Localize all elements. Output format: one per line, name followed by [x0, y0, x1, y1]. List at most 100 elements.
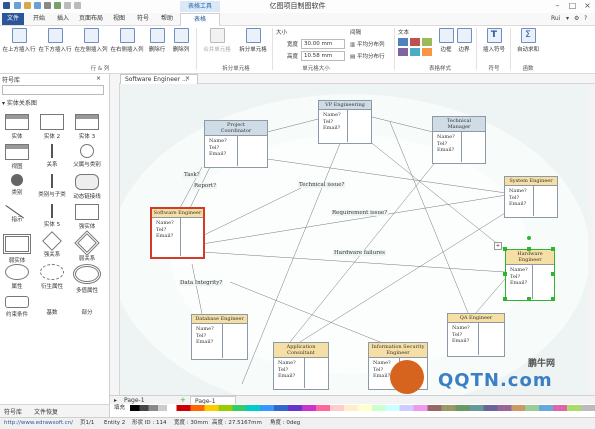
symbol-label: 实体 3 [78, 134, 96, 140]
status-url[interactable]: http://www.edrawsoft.cn/ [4, 418, 73, 429]
palette-swatches[interactable] [130, 405, 595, 411]
symbol-category-subclass[interactable]: 类别与子类 [35, 174, 69, 198]
relation-label[interactable]: Task? [183, 172, 201, 178]
avg-distribute-col-button[interactable]: ▥ 平均分布列 [350, 40, 384, 48]
style-swatch[interactable] [410, 38, 420, 46]
border-button[interactable]: 边框 [438, 28, 454, 53]
entity-software-engineer[interactable]: Software Engineer Name? Tel? Email? [151, 208, 204, 258]
relation-label[interactable]: Requirement issue? [331, 210, 389, 216]
style-swatch[interactable] [410, 48, 420, 56]
height-field[interactable]: 10.58 mm [301, 51, 345, 61]
symbol-dynamic-connector[interactable]: 动态链接线 [70, 174, 104, 200]
insert-col-right-button[interactable]: 在右侧插入列 [110, 28, 144, 53]
symbol-view[interactable]: 视图 [0, 144, 34, 170]
entity-technical-manager[interactable]: Technical Manager Name? Tel? Email? [432, 116, 486, 164]
entity-attrs: Name? Tel? Email? [209, 138, 227, 158]
entity-system-engineer[interactable]: System Engineer Name? Tel? Email? [504, 176, 558, 218]
symbol-constraint[interactable]: 约束条件 [0, 296, 34, 318]
relation-label[interactable]: Report? [193, 183, 218, 189]
auto-sum-button[interactable]: Σ 自动求和 [514, 28, 542, 53]
rotate-handle[interactable] [527, 236, 531, 240]
relation-label[interactable]: Technical issue? [298, 182, 346, 188]
maximize-icon[interactable]: □ [565, 0, 580, 12]
edge-button[interactable]: 边界 [456, 28, 472, 53]
relation-label[interactable]: Hardware failures [333, 250, 386, 256]
user-dropdown-icon[interactable]: ▾ [566, 13, 569, 25]
symbol-derived-attribute[interactable]: 衍生属性 [35, 264, 69, 290]
tab-home[interactable]: 开始 [28, 13, 50, 25]
symbol-entity-3[interactable]: 实体 3 [70, 114, 104, 140]
entity-database-engineer[interactable]: Database Engineer Name? Tel? Email? [191, 314, 248, 360]
symbol-entity-2[interactable]: 实体 2 [35, 114, 69, 140]
symbol-indicator[interactable]: 指示 [0, 198, 34, 223]
symbol-search-input[interactable] [2, 85, 104, 95]
insert-symbol-button[interactable]: T 插入符号 [480, 28, 508, 53]
resize-handle[interactable] [503, 247, 507, 251]
resize-handle[interactable] [503, 297, 507, 301]
symbol-parent-category[interactable]: 父属与类别 [70, 144, 104, 168]
group-divider [510, 28, 511, 70]
tab-symbol[interactable]: 符号 [132, 13, 154, 25]
vertical-scrollbar[interactable] [588, 84, 595, 395]
entity-qa-engineer[interactable]: QA Engineer Name? Tel? Email? [447, 313, 505, 357]
symbol-weak-relation[interactable]: 弱关系 [70, 230, 104, 262]
symbol-strong-entity[interactable]: 强实体 [70, 204, 104, 230]
insert-col-left-button[interactable]: 在左侧插入列 [74, 28, 108, 53]
width-field[interactable]: 30.00 mm [301, 39, 345, 49]
symbol-relation[interactable]: 关系 [35, 144, 69, 168]
settings-icon[interactable]: ⚙ [574, 13, 579, 25]
section-title[interactable]: ▾ 实体关系图 [2, 98, 37, 107]
tab-file-recovery[interactable]: 文件恢复 [34, 407, 58, 416]
split-cells-button[interactable]: 拆分单元格 [236, 28, 270, 53]
help-icon[interactable]: ? [584, 13, 587, 25]
style-swatch[interactable] [422, 38, 432, 46]
style-swatch[interactable] [422, 48, 432, 56]
resize-handle[interactable] [527, 247, 531, 251]
entity-hardware-engineer[interactable]: Hardware Engineer Name? Tel? Email? [505, 249, 555, 301]
merge-cells-button[interactable]: 合并单元格 [200, 28, 234, 53]
symbol-multivalued-attribute[interactable]: 多值属性 [70, 264, 104, 294]
table-style-gallery[interactable] [398, 38, 434, 58]
add-shape-icon[interactable]: + [494, 242, 502, 250]
panel-close-icon[interactable]: × [96, 75, 101, 82]
relation-label[interactable]: Data Integrity? [179, 280, 224, 286]
delete-row-button[interactable]: 删除行 [146, 28, 168, 53]
resize-handle[interactable] [503, 272, 507, 276]
resize-handle[interactable] [551, 297, 555, 301]
delete-col-button[interactable]: 删除列 [170, 28, 192, 53]
tab-view[interactable]: 视图 [108, 13, 130, 25]
document-tab-close-icon[interactable]: × [185, 75, 190, 82]
tab-page-layout[interactable]: 页面布局 [76, 13, 106, 25]
style-swatch[interactable] [398, 38, 408, 46]
tab-insert[interactable]: 插入 [52, 13, 74, 25]
resize-handle[interactable] [551, 247, 555, 251]
tab-symbol-library[interactable]: 符号库 [4, 407, 22, 416]
close-icon[interactable]: × [580, 0, 595, 12]
user-name[interactable]: Rui [551, 13, 560, 25]
insert-row-above-button[interactable]: 在上方插入行 [2, 28, 36, 53]
symbol-label: 视图 [11, 164, 23, 170]
symbol-entity[interactable]: 实体 [0, 114, 34, 140]
symbol-part[interactable]: 部分 [70, 296, 104, 316]
resize-handle[interactable] [527, 297, 531, 301]
tab-help[interactable]: 帮助 [156, 13, 178, 25]
symbol-strong-relation[interactable]: 强关系 [35, 231, 69, 258]
drawing-canvas[interactable]: Project Coordinator Name? Tel? Email? VP E… [120, 84, 595, 395]
minimize-icon[interactable]: – [550, 0, 565, 12]
tab-file[interactable]: 文件 [2, 13, 24, 25]
entity-application-consultant[interactable]: Application Consultant Name? Tel? Email? [273, 342, 329, 390]
attribute-shape [5, 264, 29, 280]
entity-vp-engineering[interactable]: VP Engineering Name? Tel? Email? [318, 100, 372, 144]
symbol-entity-5[interactable]: 实体 5 [35, 204, 69, 228]
symbol-weak-entity[interactable]: 弱实体 [0, 234, 34, 264]
entity-project-coordinator[interactable]: Project Coordinator Name? Tel? Email? [204, 120, 268, 168]
column-divider [304, 358, 305, 388]
style-swatch[interactable] [398, 48, 408, 56]
symbol-category[interactable]: 类别 [0, 174, 34, 196]
tab-table[interactable]: 表格 [180, 13, 220, 26]
symbol-cardinality[interactable]: 基数 [35, 296, 69, 316]
symbol-attribute[interactable]: 属性 [0, 264, 34, 290]
resize-handle[interactable] [551, 272, 555, 276]
avg-distribute-row-button[interactable]: ▤ 平均分布行 [350, 52, 384, 60]
insert-row-below-button[interactable]: 在下方插入行 [38, 28, 72, 53]
